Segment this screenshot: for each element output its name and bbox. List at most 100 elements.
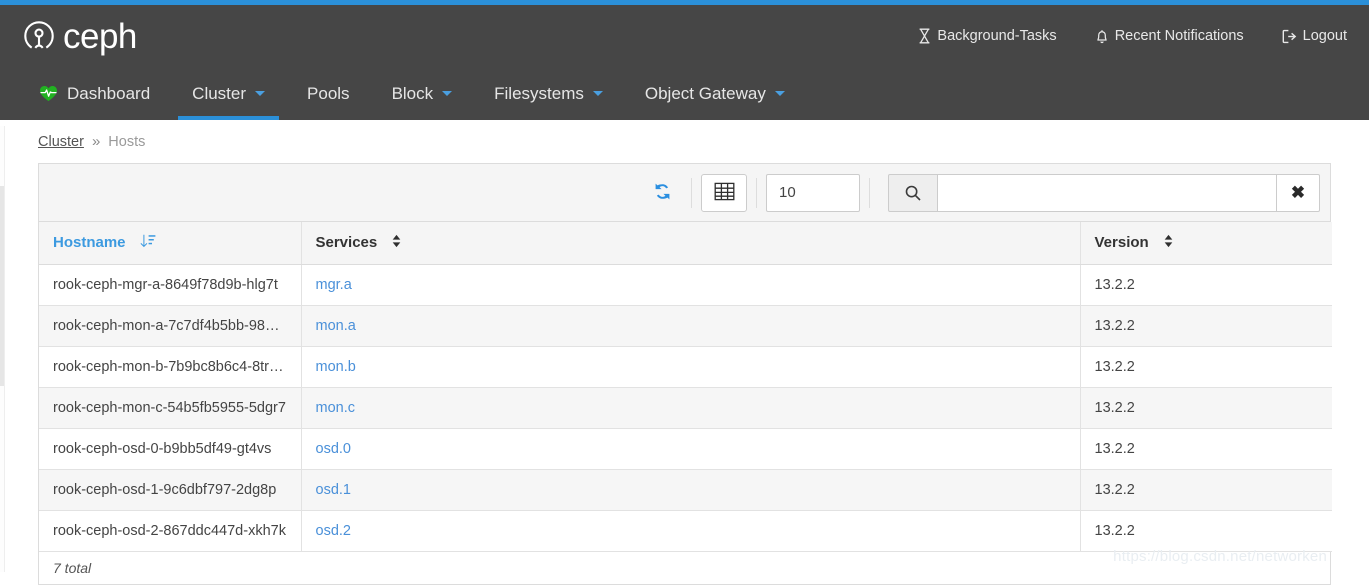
chevron-down-icon — [442, 91, 453, 96]
cell-hostname: rook-ceph-mgr-a-8649f78d9b-hlg7t — [39, 264, 302, 307]
table-row[interactable]: rook-ceph-osd-0-b9bb5df49-gt4vs osd.0 13.2… — [39, 428, 1332, 471]
cell-services: mon.b — [301, 346, 1081, 389]
recent-notifications-label: Recent Notifications — [1114, 28, 1244, 44]
column-header-hostname-label: Hostname — [53, 234, 126, 251]
column-selector-button[interactable] — [701, 173, 747, 212]
page-root: ceph Background-Tasks Recent Notificatio… — [0, 0, 1369, 585]
hosts-panel: ✖ Hostname — [38, 163, 1332, 585]
header-top-row: ceph Background-Tasks Recent Notificatio… — [0, 5, 1369, 67]
search-group: ✖ — [888, 173, 1320, 212]
toolbar-divider — [869, 177, 870, 208]
chevron-down-icon — [592, 91, 603, 96]
breadcrumb-separator-icon: » — [91, 133, 101, 150]
background-tasks-link[interactable]: Background-Tasks — [918, 28, 1057, 44]
toolbar-divider — [691, 177, 692, 208]
service-link[interactable]: osd.0 — [316, 441, 351, 457]
nav-item-pools-label: Pools — [307, 83, 350, 103]
logout-link[interactable]: Logout — [1282, 28, 1347, 44]
clear-search-button[interactable]: ✖ — [1276, 173, 1320, 212]
service-link[interactable]: mgr.a — [316, 277, 352, 293]
nav-item-object-gateway-label: Object Gateway — [644, 83, 766, 103]
chevron-down-icon — [774, 91, 785, 96]
column-header-version-label: Version — [1094, 234, 1149, 251]
cell-services: osd.1 — [301, 469, 1081, 512]
cell-hostname: rook-ceph-osd-2-867ddc447d-xkh7k — [39, 510, 302, 553]
service-link[interactable]: mon.c — [316, 400, 356, 416]
nav-item-block-label: Block — [391, 83, 434, 103]
table-row[interactable]: rook-ceph-mon-c-54b5fb5955-5dgr7 mon.c 13.… — [39, 387, 1332, 430]
cell-services: mgr.a — [301, 264, 1081, 307]
header-utility-links: Background-Tasks Recent Notifications Lo… — [880, 5, 1369, 67]
nav-item-pools[interactable]: Pools — [286, 67, 371, 120]
brand-home-link[interactable]: ceph — [0, 5, 137, 67]
search-input[interactable] — [938, 173, 1276, 212]
brand-text: ceph — [63, 16, 137, 56]
cell-version: 13.2.2 — [1080, 469, 1332, 512]
sort-icon — [391, 234, 402, 252]
column-header-version[interactable]: Version — [1080, 222, 1332, 266]
sort-amount-asc-icon — [140, 234, 156, 252]
recent-notifications-link[interactable]: Recent Notifications — [1095, 28, 1244, 44]
background-tasks-label: Background-Tasks — [937, 28, 1057, 44]
table-row[interactable]: rook-ceph-osd-1-9c6dbf797-2dg8p osd.1 13.2… — [39, 469, 1332, 512]
refresh-button[interactable] — [643, 174, 682, 212]
cell-services: mon.a — [301, 305, 1081, 348]
cell-services: osd.2 — [301, 510, 1081, 553]
refresh-icon — [652, 181, 673, 205]
table-footer: 7 total — [39, 552, 1330, 585]
hosts-table: Hostname Services Version rook-ceph-mgr-… — [39, 222, 1332, 553]
breadcrumb-item-hosts: Hosts — [108, 133, 146, 150]
nav-item-filesystems-label: Filesystems — [494, 83, 584, 103]
search-icon[interactable] — [888, 173, 938, 212]
header-navbar: ceph Background-Tasks Recent Notificatio… — [0, 5, 1369, 120]
service-link[interactable]: mon.b — [316, 359, 356, 375]
page-size-input[interactable] — [766, 173, 860, 212]
nav-item-block[interactable]: Block — [371, 67, 474, 120]
bell-icon — [1095, 28, 1109, 44]
ceph-logo-icon — [22, 19, 56, 53]
nav-item-dashboard[interactable]: Dashboard — [18, 67, 171, 120]
table-row[interactable]: rook-ceph-mgr-a-8649f78d9b-hlg7t mgr.a 13.… — [39, 264, 1332, 307]
nav-item-object-gateway[interactable]: Object Gateway — [624, 67, 806, 120]
cell-services: mon.c — [301, 387, 1081, 430]
service-link[interactable]: mon.a — [316, 318, 356, 334]
chevron-down-icon — [255, 91, 266, 96]
table-columns-icon — [714, 182, 735, 204]
sign-out-icon — [1282, 29, 1297, 44]
cell-hostname: rook-ceph-mon-a-7c7df4b5bb-984x8 — [39, 305, 302, 348]
hourglass-icon — [918, 28, 931, 44]
table-row[interactable]: rook-ceph-osd-2-867ddc447d-xkh7k osd.2 13.… — [39, 510, 1332, 553]
hosts-table-body: rook-ceph-mgr-a-8649f78d9b-hlg7t mgr.a 13.… — [39, 264, 1332, 553]
column-header-hostname[interactable]: Hostname — [39, 222, 302, 266]
table-total-count: 7 total — [53, 560, 92, 577]
table-row[interactable]: rook-ceph-mon-a-7c7df4b5bb-984x8 mon.a 13.… — [39, 305, 1332, 348]
main-navigation: Dashboard Cluster Pools Block Filesystem… — [0, 67, 1369, 120]
page-scrollbar[interactable] — [0, 126, 5, 572]
column-header-services[interactable]: Services — [301, 222, 1081, 266]
cell-hostname: rook-ceph-osd-0-b9bb5df49-gt4vs — [39, 428, 302, 471]
cell-version: 13.2.2 — [1080, 428, 1332, 471]
logout-label: Logout — [1302, 28, 1347, 44]
hosts-table-head: Hostname Services Version — [39, 222, 1332, 266]
content-area: ✖ Hostname — [0, 163, 1369, 585]
cell-version: 13.2.2 — [1080, 510, 1332, 553]
cell-version: 13.2.2 — [1080, 305, 1332, 348]
cell-hostname: rook-ceph-mon-b-7b9bc8b6c4-8trmz — [39, 346, 302, 389]
service-link[interactable]: osd.1 — [316, 482, 351, 498]
toolbar-divider — [756, 177, 757, 208]
nav-item-cluster-label: Cluster — [192, 83, 247, 103]
cell-hostname: rook-ceph-mon-c-54b5fb5955-5dgr7 — [39, 387, 302, 430]
nav-item-filesystems[interactable]: Filesystems — [473, 67, 624, 120]
table-row[interactable]: rook-ceph-mon-b-7b9bc8b6c4-8trmz mon.b 13.… — [39, 346, 1332, 389]
page-scrollbar-thumb[interactable] — [0, 186, 4, 386]
cell-version: 13.2.2 — [1080, 264, 1332, 307]
column-header-services-label: Services — [315, 234, 378, 251]
heartbeat-icon — [39, 85, 58, 102]
nav-item-dashboard-label: Dashboard — [67, 83, 151, 103]
breadcrumb: Cluster » Hosts — [0, 120, 1369, 163]
table-toolbar: ✖ — [39, 164, 1330, 222]
cell-version: 13.2.2 — [1080, 387, 1332, 430]
breadcrumb-item-cluster[interactable]: Cluster — [38, 134, 84, 150]
nav-item-cluster[interactable]: Cluster — [171, 67, 286, 120]
service-link[interactable]: osd.2 — [316, 523, 351, 539]
